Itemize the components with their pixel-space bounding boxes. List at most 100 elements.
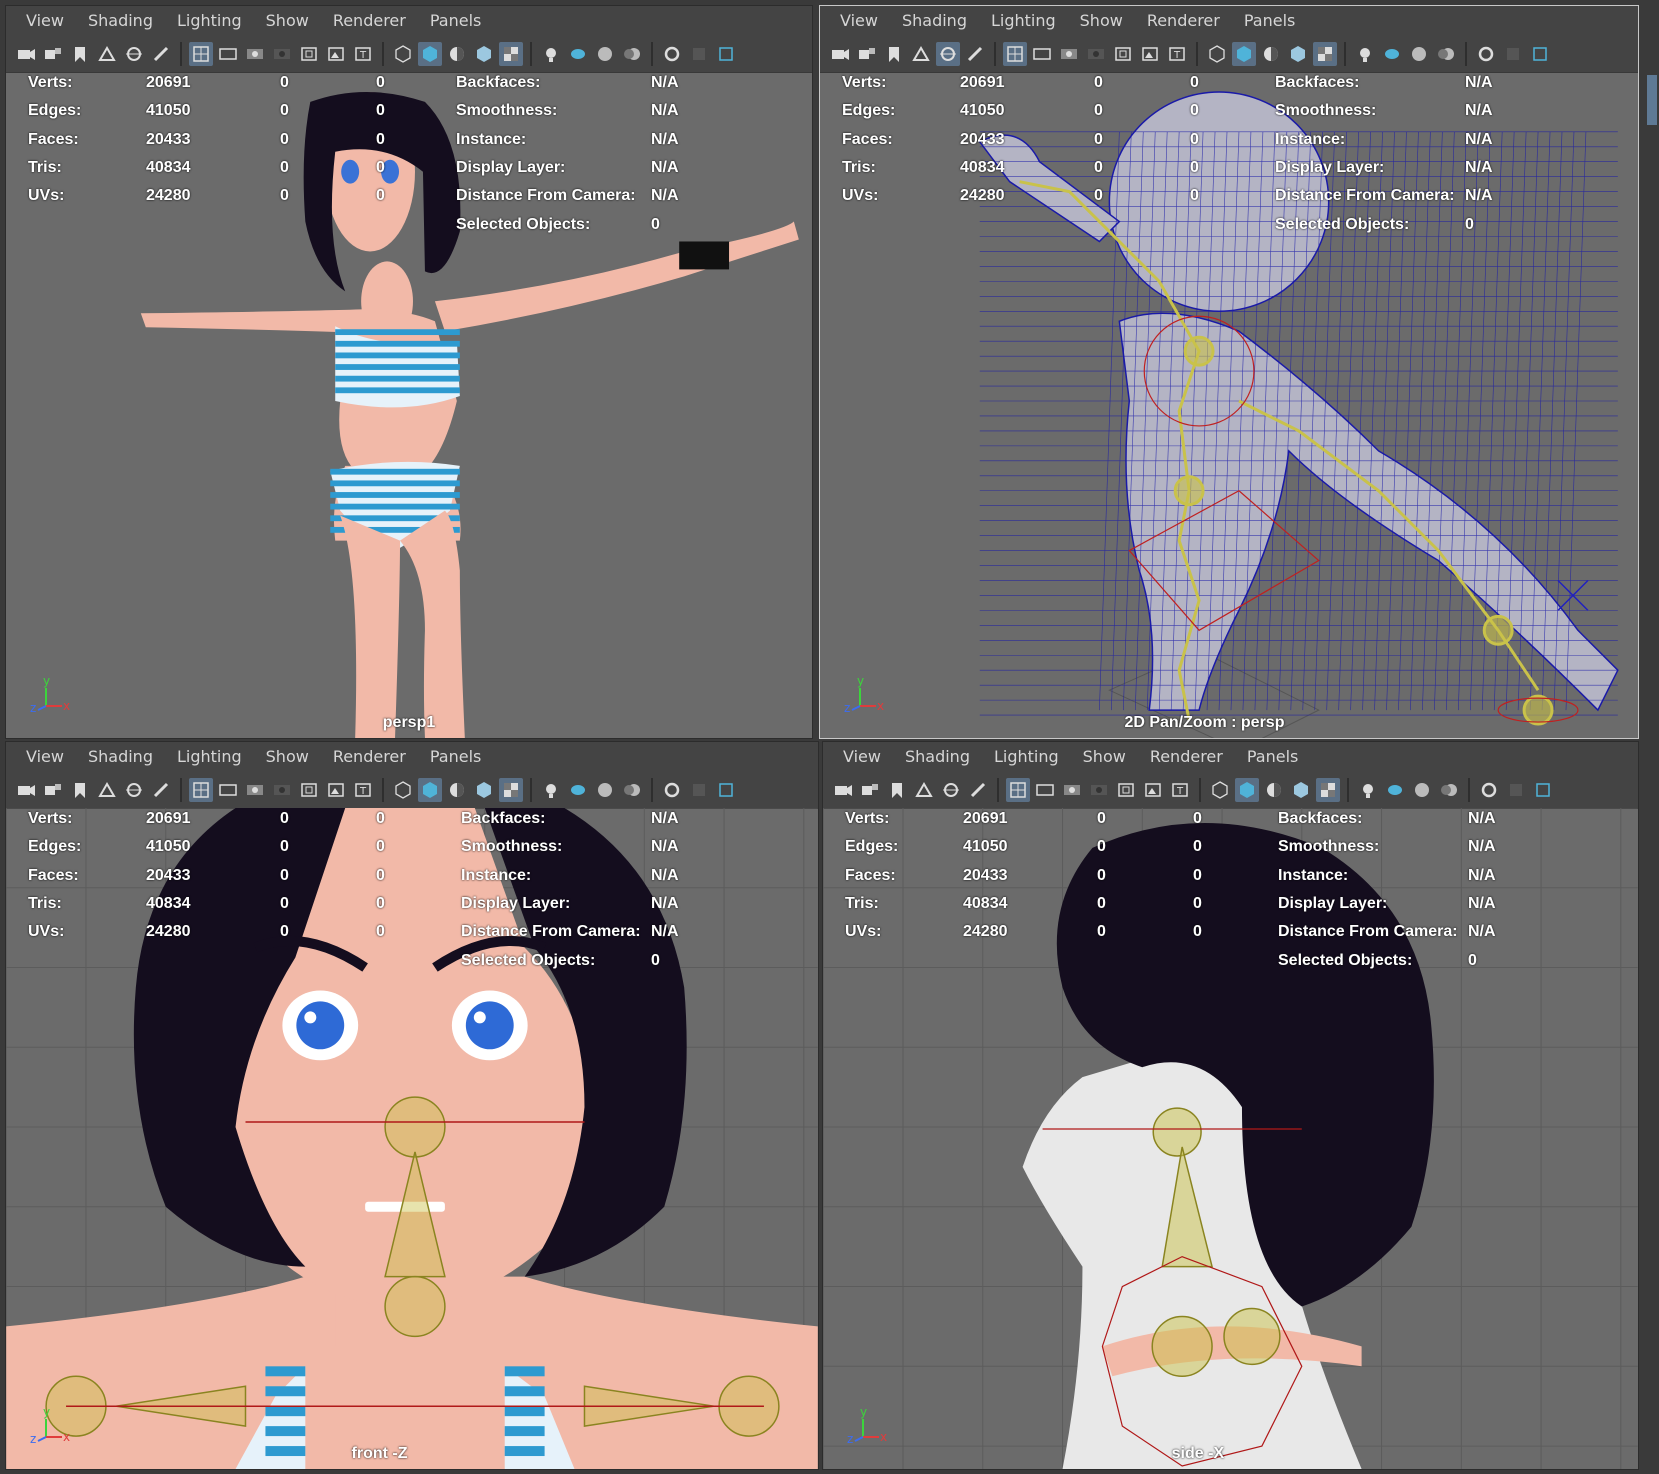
viewport-view[interactable]: Verts: 20691 0 0 Edges: 41050 0 0 Faces: 20433 0 0 T… [6, 808, 818, 1469]
safe-action-icon[interactable] [1141, 778, 1165, 802]
smooth-shade-icon[interactable] [418, 42, 442, 66]
menu-shading[interactable]: Shading [76, 6, 165, 36]
resolution-gate-icon[interactable] [243, 778, 267, 802]
grease-pencil-icon[interactable] [966, 778, 990, 802]
viewport-canvas[interactable] [823, 808, 1638, 1469]
2d-pan-zoom-icon[interactable] [122, 42, 146, 66]
menu-view[interactable]: View [14, 6, 76, 36]
grid-icon[interactable] [1003, 42, 1027, 66]
viewport-pane-persp[interactable]: View Shading Lighting Show Renderer Panels T V… [819, 5, 1639, 739]
menu-panels[interactable]: Panels [1232, 6, 1308, 36]
camera-attrs-icon[interactable] [855, 42, 879, 66]
menu-show[interactable]: Show [1071, 742, 1138, 772]
menu-lighting[interactable]: Lighting [165, 742, 254, 772]
use-all-lights-icon[interactable] [1353, 42, 1377, 66]
film-gate-icon[interactable] [1030, 42, 1054, 66]
bookmark-icon[interactable] [68, 42, 92, 66]
field-chart-icon[interactable] [1111, 42, 1135, 66]
motion-blur-icon[interactable] [620, 42, 644, 66]
wireframe-icon[interactable] [391, 778, 415, 802]
ambient-occlusion-icon[interactable] [1407, 42, 1431, 66]
2d-pan-zoom-icon[interactable] [939, 778, 963, 802]
default-material-icon[interactable] [472, 778, 496, 802]
menu-view[interactable]: View [14, 742, 76, 772]
menu-lighting[interactable]: Lighting [165, 6, 254, 36]
safe-action-icon[interactable] [324, 778, 348, 802]
use-all-lights-icon[interactable] [1356, 778, 1380, 802]
camera-icon[interactable] [14, 42, 38, 66]
anti-aliasing-icon[interactable] [660, 778, 684, 802]
safe-title-icon[interactable]: T [351, 42, 375, 66]
menu-renderer[interactable]: Renderer [321, 6, 418, 36]
textured-icon[interactable] [499, 778, 523, 802]
motion-blur-icon[interactable] [1437, 778, 1461, 802]
menu-view[interactable]: View [831, 742, 893, 772]
camera-attrs-icon[interactable] [41, 778, 65, 802]
menu-renderer[interactable]: Renderer [1138, 742, 1235, 772]
resolution-gate-icon[interactable] [243, 42, 267, 66]
resolution-gate-icon[interactable] [1057, 42, 1081, 66]
isolate-select-icon[interactable] [1528, 42, 1552, 66]
menu-panels[interactable]: Panels [418, 742, 494, 772]
wireframe-icon[interactable] [1208, 778, 1232, 802]
2d-pan-zoom-icon[interactable] [122, 778, 146, 802]
menu-panels[interactable]: Panels [1235, 742, 1311, 772]
use-all-lights-icon[interactable] [539, 42, 563, 66]
bookmark-icon[interactable] [68, 778, 92, 802]
menu-lighting[interactable]: Lighting [979, 6, 1068, 36]
anti-aliasing-icon[interactable] [1474, 42, 1498, 66]
menu-show[interactable]: Show [1068, 6, 1135, 36]
anti-aliasing-icon[interactable] [660, 42, 684, 66]
menu-shading[interactable]: Shading [890, 6, 979, 36]
safe-title-icon[interactable]: T [1165, 42, 1189, 66]
grid-icon[interactable] [189, 778, 213, 802]
menu-renderer[interactable]: Renderer [1135, 6, 1232, 36]
wireframe-icon[interactable] [1205, 42, 1229, 66]
depth-of-field-icon[interactable] [1504, 778, 1528, 802]
viewport-pane-persp1[interactable]: View Shading Lighting Show Renderer Panels T V… [5, 5, 813, 739]
viewport-view[interactable]: Verts: 20691 0 0 Edges: 41050 0 0 Faces: 20433 0 0 T… [820, 72, 1638, 738]
resolution-gate-icon[interactable] [1060, 778, 1084, 802]
menu-renderer[interactable]: Renderer [321, 742, 418, 772]
smooth-shade-icon[interactable] [1235, 778, 1259, 802]
shadows-icon[interactable] [1383, 778, 1407, 802]
menu-show[interactable]: Show [254, 742, 321, 772]
wireframe-icon[interactable] [391, 42, 415, 66]
viewport-canvas[interactable] [6, 72, 812, 738]
isolate-select-icon[interactable] [714, 778, 738, 802]
viewport-canvas[interactable] [820, 72, 1638, 738]
default-material-icon[interactable] [1286, 42, 1310, 66]
film-gate-icon[interactable] [1033, 778, 1057, 802]
gate-mask-icon[interactable] [270, 778, 294, 802]
gate-mask-icon[interactable] [270, 42, 294, 66]
camera-icon[interactable] [831, 778, 855, 802]
grid-icon[interactable] [1006, 778, 1030, 802]
isolate-select-icon[interactable] [714, 42, 738, 66]
image-plane-icon[interactable] [909, 42, 933, 66]
image-plane-icon[interactable] [912, 778, 936, 802]
panel-scrollbar-handle[interactable] [1647, 75, 1657, 125]
wireframe-on-shaded-icon[interactable] [445, 42, 469, 66]
shadows-icon[interactable] [1380, 42, 1404, 66]
image-plane-icon[interactable] [95, 778, 119, 802]
safe-action-icon[interactable] [324, 42, 348, 66]
smooth-shade-icon[interactable] [1232, 42, 1256, 66]
field-chart-icon[interactable] [297, 778, 321, 802]
safe-action-icon[interactable] [1138, 42, 1162, 66]
viewport-view[interactable]: Verts: 20691 0 0 Edges: 41050 0 0 Faces: 20433 0 0 T… [823, 808, 1638, 1469]
viewport-pane-side[interactable]: View Shading Lighting Show Renderer Panels T V… [822, 741, 1639, 1470]
smooth-shade-icon[interactable] [418, 778, 442, 802]
depth-of-field-icon[interactable] [1501, 42, 1525, 66]
textured-icon[interactable] [1316, 778, 1340, 802]
shadows-icon[interactable] [566, 778, 590, 802]
menu-lighting[interactable]: Lighting [982, 742, 1071, 772]
anti-aliasing-icon[interactable] [1477, 778, 1501, 802]
motion-blur-icon[interactable] [1434, 42, 1458, 66]
safe-title-icon[interactable]: T [1168, 778, 1192, 802]
ambient-occlusion-icon[interactable] [593, 778, 617, 802]
camera-attrs-icon[interactable] [41, 42, 65, 66]
menu-panels[interactable]: Panels [418, 6, 494, 36]
menu-view[interactable]: View [828, 6, 890, 36]
camera-icon[interactable] [828, 42, 852, 66]
field-chart-icon[interactable] [297, 42, 321, 66]
